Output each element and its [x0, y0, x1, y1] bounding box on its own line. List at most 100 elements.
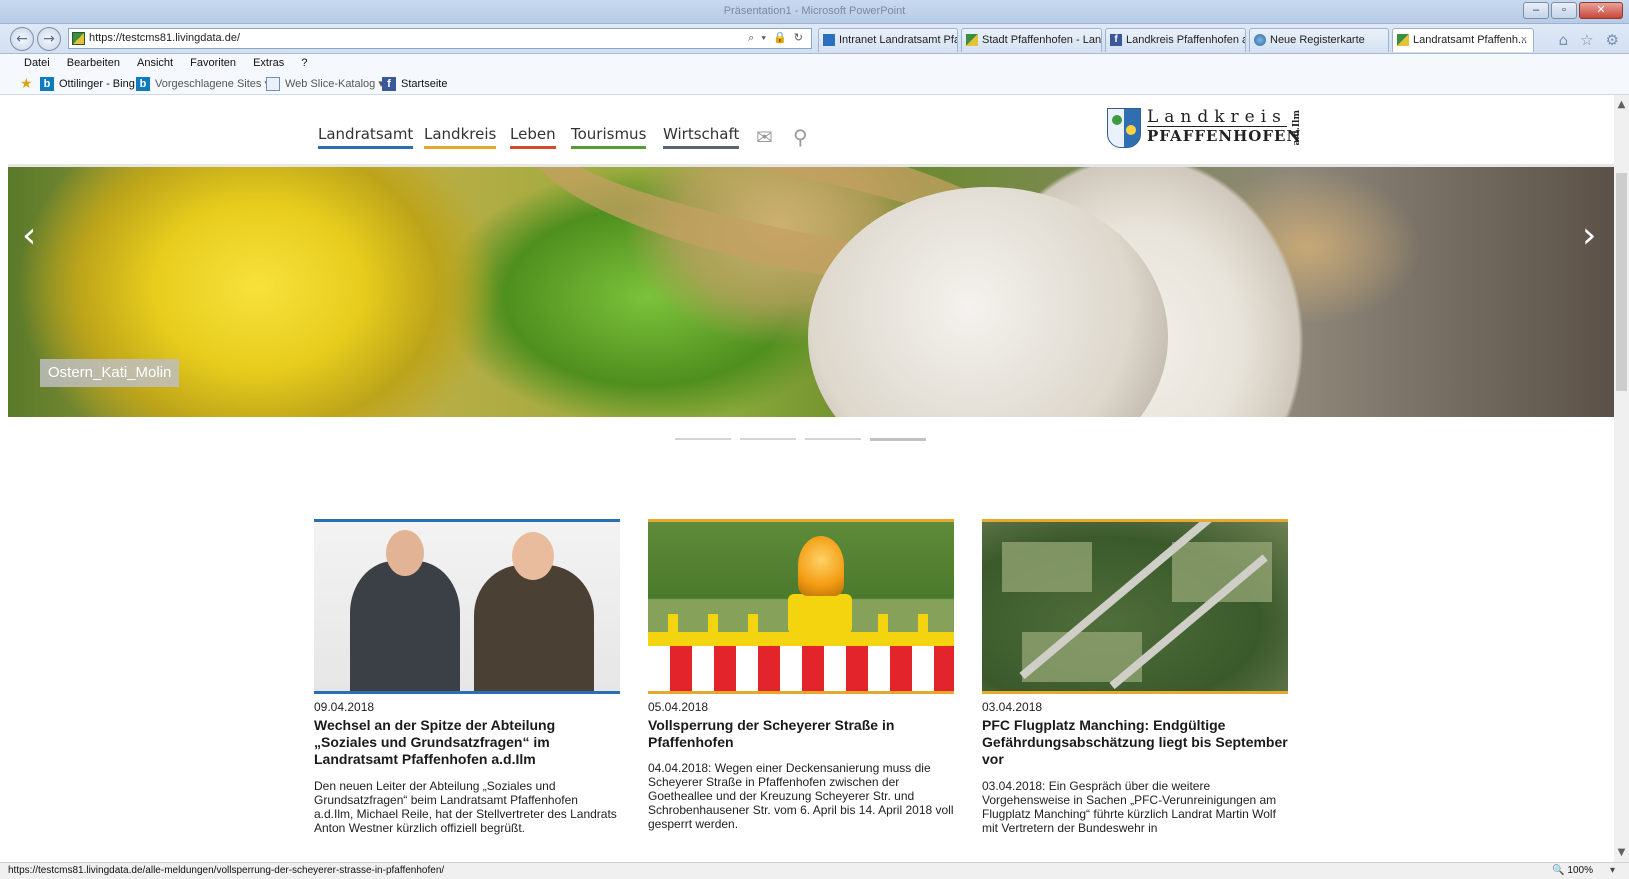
favorites-star-icon[interactable]: ★	[20, 76, 33, 90]
site-header: Landratsamt Landkreis Leben Tourismus Wi…	[8, 95, 1614, 167]
menu-bar: Datei Bearbeiten Ansicht Favoriten Extra…	[0, 54, 1629, 73]
menu-favoriten[interactable]: Favoriten	[190, 54, 236, 73]
fav-label: Vorgeschlagene Sites	[155, 78, 262, 90]
fav-web-slice-katalog[interactable]: Web Slice-Katalog ▾	[266, 76, 384, 92]
web-slice-icon	[266, 77, 280, 91]
address-tab-row: ← → https://testcms81.livingdata.de/ ⌕ ▾…	[0, 24, 1629, 54]
fav-label: Startseite	[401, 78, 448, 90]
tab-landratsamt[interactable]: Landratsamt Pfaffenh... ×	[1392, 28, 1534, 52]
intranet-favicon	[823, 34, 835, 46]
nav-label: Tourismus	[571, 125, 647, 143]
browser-window: Präsentation1 - Microsoft PowerPoint – ▫…	[0, 0, 1629, 879]
favorites-bar: ★ b Ottilinger - Bing b Vorgeschlagene S…	[0, 73, 1629, 95]
menu-help[interactable]: ?	[301, 54, 307, 73]
nav-underline	[663, 146, 740, 149]
news-card-3[interactable]: 03.04.2018 PFC Flugplatz Manching: Endgü…	[982, 519, 1288, 862]
slider-prev-icon[interactable]: ‹	[22, 215, 36, 256]
fav-vorgeschlagene-sites[interactable]: b Vorgeschlagene Sites ▾	[136, 76, 270, 92]
tab-label: Stadt Pfaffenhofen - Lan...	[982, 34, 1102, 46]
tab-stadt[interactable]: Stadt Pfaffenhofen - Lan...	[961, 28, 1102, 52]
tab-landkreis-facebook[interactable]: f Landkreis Pfaffenhofen a...	[1105, 28, 1246, 52]
slide-indicator-2[interactable]	[740, 438, 796, 440]
fav-startseite[interactable]: f Startseite	[382, 76, 447, 92]
tab-label: Landkreis Pfaffenhofen a...	[1126, 34, 1246, 46]
address-url[interactable]: https://testcms81.livingdata.de/	[89, 29, 240, 48]
address-bar[interactable]: https://testcms81.livingdata.de/ ⌕ ▾ 🔒 ↻	[68, 28, 812, 49]
forward-arrow-icon[interactable]: →	[37, 27, 61, 51]
nav-underline	[571, 146, 647, 149]
logo-line1: Landkreis	[1147, 107, 1287, 127]
fav-ottilinger-bing[interactable]: b Ottilinger - Bing	[40, 76, 135, 92]
slide-indicator-3[interactable]	[805, 438, 861, 440]
nav-landratsamt[interactable]: Landratsamt	[318, 125, 414, 149]
ie-favicon	[1254, 34, 1266, 46]
facebook-favicon: f	[1110, 34, 1122, 46]
nav-label: Landkreis	[424, 125, 497, 143]
nav-wirtschaft[interactable]: Wirtschaft	[663, 125, 740, 149]
news-image-2[interactable]	[648, 519, 954, 694]
search-icon[interactable]: ⚲	[793, 125, 808, 149]
news-date: 05.04.2018	[648, 700, 709, 714]
news-teaser: 04.04.2018: Wegen einer Deckensanierung …	[648, 761, 954, 831]
scroll-thumb[interactable]	[1616, 173, 1627, 391]
slide-indicator-1[interactable]	[675, 438, 731, 440]
slider-next-icon[interactable]: ›	[1582, 215, 1596, 256]
window-title: Präsentation1 - Microsoft PowerPoint	[723, 5, 906, 17]
fav-label: Ottilinger - Bing	[59, 78, 135, 90]
tab-label: Landratsamt Pfaffenh...	[1413, 34, 1528, 46]
landkreis-favicon	[1397, 34, 1409, 46]
tab-new[interactable]: Neue Registerkarte	[1249, 28, 1389, 52]
nav-landkreis[interactable]: Landkreis	[424, 125, 497, 149]
back-arrow-icon[interactable]: ←	[10, 27, 34, 51]
hero-slider: Ostern_Kati_Molin ‹ ›	[8, 167, 1614, 417]
zoom-dropdown-icon[interactable]: ▾	[1610, 863, 1615, 879]
tab-label: Neue Registerkarte	[1270, 34, 1365, 46]
title-bar: Präsentation1 - Microsoft PowerPoint – ▫…	[0, 0, 1629, 24]
site-favicon	[72, 32, 85, 45]
news-card-1[interactable]: 09.04.2018 Wechsel an der Spitze der Abt…	[314, 519, 620, 862]
bing-icon: b	[136, 77, 150, 91]
landkreis-logo[interactable]: Landkreis PFAFFENHOFEN a.d.Ilm	[1107, 108, 1307, 150]
menu-extras[interactable]: Extras	[253, 54, 284, 73]
nav-tourismus[interactable]: Tourismus	[571, 125, 647, 149]
fav-label: Web Slice-Katalog	[285, 78, 376, 90]
maximize-button[interactable]: ▫	[1551, 2, 1577, 19]
close-window-button[interactable]: ✕	[1579, 2, 1623, 19]
scroll-down-icon[interactable]: ▼	[1614, 845, 1629, 860]
news-teaser: 03.04.2018: Ein Gespräch über die weiter…	[982, 779, 1277, 835]
nav-label: Wirtschaft	[663, 125, 740, 143]
news-image-1[interactable]	[314, 519, 620, 694]
minimize-button[interactable]: –	[1523, 2, 1549, 19]
slide-indicator-4[interactable]	[870, 438, 926, 441]
nav-label: Landratsamt	[318, 125, 414, 143]
coat-of-arms-icon	[1107, 108, 1141, 148]
nav-underline	[424, 146, 497, 149]
home-icon[interactable]: ⌂	[1559, 31, 1569, 49]
tab-intranet[interactable]: Intranet Landratsamt Pfaf...	[818, 28, 958, 52]
zoom-level[interactable]: 🔍 100%	[1552, 863, 1593, 879]
logo-suffix: a.d.Ilm	[1292, 110, 1302, 146]
address-tools[interactable]: ⌕ ▾ 🔒 ↻	[748, 29, 805, 48]
news-headline[interactable]: Wechsel an der Spitze der Abteilung „Soz…	[314, 717, 620, 768]
status-bar: https://testcms81.livingdata.de/alle-mel…	[0, 862, 1629, 879]
favorites-star-icon[interactable]: ☆	[1580, 31, 1593, 49]
bing-icon: b	[40, 77, 54, 91]
news-image-3[interactable]	[982, 519, 1288, 694]
logo-line2: PFAFFENHOFEN	[1147, 127, 1302, 145]
facebook-icon: f	[382, 77, 396, 91]
scroll-up-icon[interactable]: ▲	[1614, 97, 1629, 112]
settings-gear-icon[interactable]: ⚙	[1606, 31, 1619, 49]
vertical-scrollbar[interactable]: ▲ ▼	[1614, 95, 1629, 862]
menu-bearbeiten[interactable]: Bearbeiten	[67, 54, 120, 73]
mail-icon[interactable]: ✉	[756, 125, 773, 149]
news-date: 03.04.2018	[982, 700, 1043, 714]
nav-leben[interactable]: Leben	[510, 125, 556, 149]
news-date: 09.04.2018	[314, 700, 375, 714]
news-headline[interactable]: Vollsperrung der Scheyerer Straße in Pfa…	[648, 717, 954, 751]
close-tab-icon[interactable]: ×	[1521, 29, 1527, 51]
stadt-favicon	[966, 34, 978, 46]
menu-ansicht[interactable]: Ansicht	[137, 54, 173, 73]
news-headline[interactable]: PFC Flugplatz Manching: Endgültige Gefäh…	[982, 717, 1288, 768]
menu-datei[interactable]: Datei	[24, 54, 50, 73]
news-card-2[interactable]: 05.04.2018 Vollsperrung der Scheyerer St…	[648, 519, 954, 862]
